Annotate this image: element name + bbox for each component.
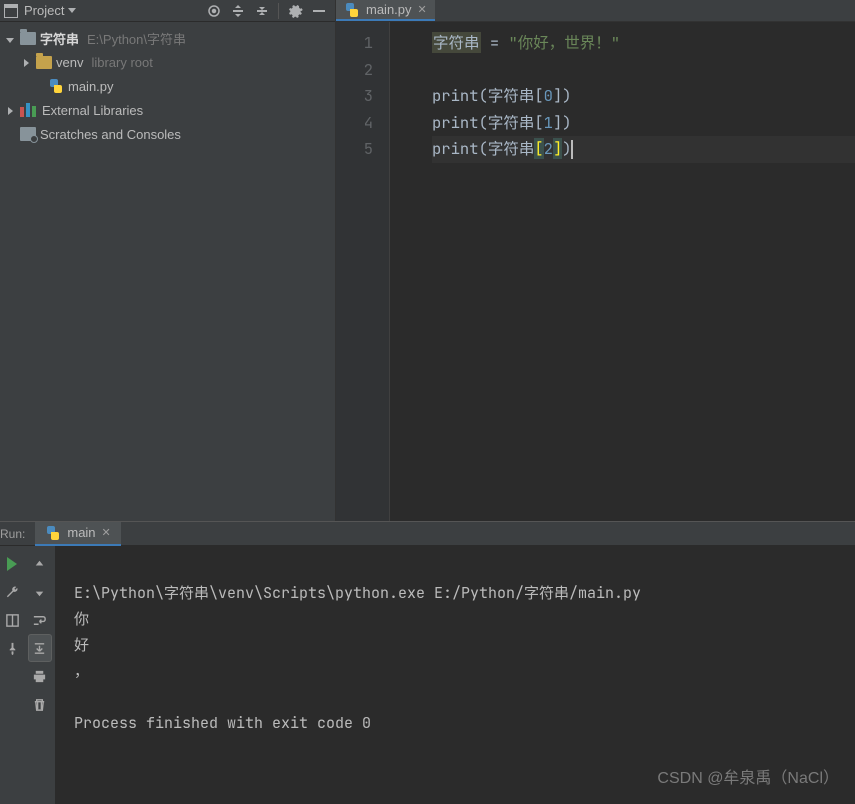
editor-tabs: main.py ✕ — [336, 0, 855, 22]
editor-tab-main-py[interactable]: main.py ✕ — [336, 0, 435, 21]
tree-label: main.py — [68, 79, 114, 94]
expand-all-icon[interactable] — [226, 0, 250, 22]
caret-down-icon — [4, 31, 16, 46]
soft-wrap-button[interactable] — [28, 606, 52, 634]
caret-right-icon — [4, 103, 16, 118]
tree-project-root[interactable]: 字符串 E:\Python\字符串 — [0, 26, 335, 50]
caret-right-icon — [20, 55, 32, 70]
line-number: 2 — [336, 57, 373, 84]
text-caret — [571, 140, 573, 159]
code-line: print(字符串[1]) — [432, 110, 855, 137]
layout-button[interactable] — [0, 606, 24, 634]
project-window-icon — [4, 4, 18, 18]
scroll-to-end-button[interactable] — [28, 634, 52, 662]
tree-label: External Libraries — [42, 103, 143, 118]
run-label: Run: — [0, 527, 35, 541]
close-tab-icon[interactable]: ✕ — [102, 526, 111, 539]
console-line: ， — [74, 661, 89, 681]
scroll-down-button[interactable] — [28, 578, 52, 606]
project-tree: 字符串 E:\Python\字符串 venv library root main… — [0, 22, 335, 150]
watermark: CSDN @牟泉禹（NaCl） — [657, 766, 839, 792]
run-tab-main[interactable]: main ✕ — [35, 522, 120, 546]
sidebar-header: Project — [0, 0, 335, 22]
run-panel: Run: main ✕ E:\Python\字符串\venv\Scripts\p… — [0, 521, 855, 804]
line-number: 4 — [336, 110, 373, 137]
settings-icon[interactable] — [283, 0, 307, 22]
run-left-toolbar — [0, 546, 24, 804]
code-content[interactable]: 字符串 = "你好，世界！" print(字符串[0]) print(字符串[1… — [390, 22, 855, 521]
python-file-icon — [45, 525, 61, 541]
line-number-gutter: 1 2 3 4 5 — [336, 22, 390, 521]
tree-label: 字符串 — [40, 29, 79, 48]
line-number: 5 — [336, 136, 373, 163]
tree-label: venv — [56, 55, 83, 70]
hide-panel-icon[interactable] — [307, 0, 331, 22]
tree-main-py[interactable]: main.py — [0, 74, 335, 98]
project-sidebar: Project 字符串 — [0, 0, 336, 521]
external-libraries-icon — [20, 103, 38, 117]
console-line: 你 — [74, 609, 89, 629]
wrench-button[interactable] — [0, 578, 24, 606]
run-tab-label: main — [67, 525, 95, 540]
run-header: Run: main ✕ — [0, 522, 855, 546]
run-console-toolbar — [24, 546, 56, 804]
collapse-all-icon[interactable] — [250, 0, 274, 22]
tree-note: library root — [91, 55, 152, 70]
tab-label: main.py — [366, 2, 412, 17]
console-line: E:\Python\字符串\venv\Scripts\python.exe E:… — [74, 583, 641, 603]
editor-area: main.py ✕ 1 2 3 4 5 字符串 = "你好，世界！" print… — [336, 0, 855, 521]
rerun-button[interactable] — [0, 550, 24, 578]
code-line: print(字符串[2]) — [432, 136, 855, 163]
python-file-icon — [48, 78, 64, 94]
tree-path: E:\Python\字符串 — [87, 29, 186, 48]
print-button[interactable] — [28, 662, 52, 690]
scratches-icon — [20, 127, 36, 141]
code-line — [432, 57, 855, 84]
python-file-icon — [344, 2, 360, 18]
library-folder-icon — [36, 56, 52, 69]
clear-all-button[interactable] — [28, 690, 52, 718]
pin-button[interactable] — [0, 634, 24, 662]
project-view-dropdown[interactable]: Project — [24, 3, 76, 18]
folder-icon — [20, 32, 36, 45]
scroll-up-button[interactable] — [28, 550, 52, 578]
tree-scratches[interactable]: Scratches and Consoles — [0, 122, 335, 146]
line-number: 1 — [336, 30, 373, 57]
play-icon — [7, 557, 17, 571]
tree-venv-folder[interactable]: venv library root — [0, 50, 335, 74]
console-line: Process finished with exit code 0 — [74, 713, 371, 733]
tree-label: Scratches and Consoles — [40, 127, 181, 142]
chevron-down-icon — [68, 8, 76, 13]
console-line: 好 — [74, 635, 89, 655]
code-line: 字符串 = "你好，世界！" — [432, 30, 855, 57]
console-output[interactable]: E:\Python\字符串\venv\Scripts\python.exe E:… — [56, 546, 855, 804]
tree-external-libraries[interactable]: External Libraries — [0, 98, 335, 122]
line-number: 3 — [336, 83, 373, 110]
code-line: print(字符串[0]) — [432, 83, 855, 110]
select-opened-file-icon[interactable] — [202, 0, 226, 22]
project-view-label: Project — [24, 3, 64, 18]
close-tab-icon[interactable]: ✕ — [418, 3, 427, 16]
code-editor[interactable]: 1 2 3 4 5 字符串 = "你好，世界！" print(字符串[0]) p… — [336, 22, 855, 521]
